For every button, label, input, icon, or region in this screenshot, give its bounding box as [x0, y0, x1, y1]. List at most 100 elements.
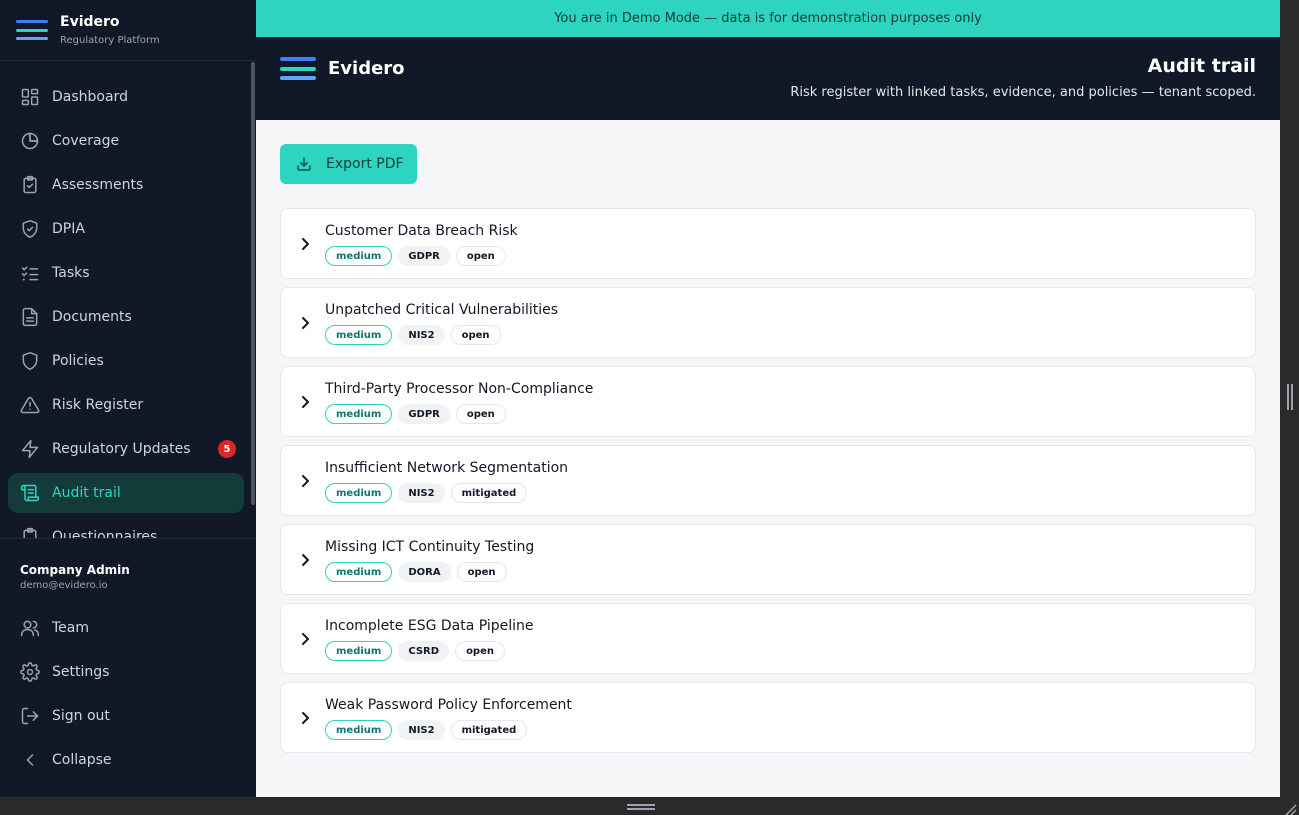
status-badge: mitigated [450, 483, 528, 503]
sidebar-item-collapse[interactable]: Collapse [8, 740, 248, 780]
framework-badge: NIS2 [398, 325, 445, 345]
sidebar-item-team[interactable]: Team [8, 608, 248, 648]
status-badge: open [455, 641, 505, 661]
alert-triangle-icon [20, 395, 40, 415]
risk-row[interactable]: Incomplete ESG Data Pipeline medium CSRD… [280, 603, 1256, 674]
zap-icon [20, 439, 40, 459]
framework-badge: NIS2 [398, 483, 445, 503]
risk-title: Incomplete ESG Data Pipeline [325, 618, 534, 634]
sidebar-item-coverage[interactable]: Coverage [8, 121, 244, 161]
sidebar-item-label: Dashboard [52, 89, 128, 105]
page-title: Audit trail [1147, 55, 1256, 77]
sidebar: Evidero Regulatory Platform Dashboard Co… [0, 0, 256, 797]
sidebar-bottom-nav: Team Settings Sign out Collapse [0, 606, 256, 784]
brand-subtitle: Regulatory Platform [60, 34, 160, 46]
sidebar-item-assessments[interactable]: Assessments [8, 165, 244, 205]
sidebar-item-label: Regulatory Updates [52, 441, 191, 457]
page-header: Evidero Audit trail Risk register with l… [256, 37, 1280, 120]
main-content: You are in Demo Mode — data is for demon… [256, 0, 1280, 797]
severity-badge: medium [325, 483, 393, 503]
users-icon [20, 618, 40, 638]
sidebar-item-label: Collapse [52, 752, 112, 768]
sidebar-item-label: Policies [52, 353, 104, 369]
user-email: demo@evidero.io [20, 580, 108, 591]
logo-icon [280, 57, 316, 80]
risk-title: Unpatched Critical Vulnerabilities [325, 302, 559, 318]
sidebar-item-risk-register[interactable]: Risk Register [8, 385, 244, 425]
sidebar-item-settings[interactable]: Settings [8, 652, 248, 692]
shield-icon [20, 351, 40, 371]
sidebar-item-questionnaires[interactable]: Questionnaires [8, 517, 244, 539]
severity-badge: medium [325, 246, 393, 266]
sidebar-item-tasks[interactable]: Tasks [8, 253, 244, 293]
severity-badge: medium [325, 720, 393, 740]
risk-row[interactable]: Insufficient Network Segmentation medium… [280, 445, 1256, 516]
gear-icon [20, 662, 40, 682]
chevron-right-icon[interactable] [300, 315, 312, 331]
sidebar-item-label: Settings [52, 664, 110, 680]
sidebar-item-documents[interactable]: Documents [8, 297, 244, 337]
risk-row[interactable]: Missing ICT Continuity Testing medium DO… [280, 524, 1256, 595]
severity-badge: medium [325, 325, 393, 345]
risk-row[interactable]: Unpatched Critical Vulnerabilities mediu… [280, 287, 1256, 358]
sidebar-item-label: Risk Register [52, 397, 144, 413]
user-name: Company Admin [20, 563, 130, 577]
sidebar-item-label: Assessments [52, 177, 144, 193]
header-logo-text: Evidero [328, 58, 405, 79]
list-checks-icon [20, 263, 40, 283]
sidebar-item-label: Sign out [52, 708, 110, 724]
brand-name: Evidero [60, 13, 120, 30]
file-text-icon [20, 307, 40, 327]
chevron-right-icon[interactable] [300, 631, 312, 647]
chevron-right-icon[interactable] [300, 710, 312, 726]
vertical-resize-handle[interactable] [1287, 384, 1293, 410]
header-logo: Evidero [280, 57, 405, 80]
download-icon [297, 157, 311, 171]
sidebar-item-sign-out[interactable]: Sign out [8, 696, 248, 736]
sidebar-item-label: Audit trail [52, 485, 121, 501]
severity-badge: medium [325, 562, 393, 582]
severity-badge: medium [325, 404, 393, 424]
sidebar-scrollbar[interactable] [251, 62, 255, 505]
chevron-right-icon[interactable] [300, 473, 312, 489]
horizontal-resize-handle[interactable] [627, 804, 655, 810]
risk-row[interactable]: Weak Password Policy Enforcement medium … [280, 682, 1256, 753]
status-badge: open [456, 562, 507, 582]
status-badge: mitigated [450, 720, 528, 740]
chevron-right-icon[interactable] [300, 552, 312, 568]
sidebar-item-dpia[interactable]: DPIA [8, 209, 244, 249]
export-pdf-button[interactable]: Export PDF [280, 144, 417, 184]
pie-chart-icon [20, 131, 40, 151]
sidebar-item-regulatory-updates[interactable]: Regulatory Updates 5 [8, 429, 244, 469]
framework-badge: GDPR [398, 404, 450, 424]
sidebar-item-label: Tasks [52, 265, 90, 281]
framework-badge: GDPR [398, 246, 450, 266]
logo-icon [16, 20, 48, 40]
framework-badge: NIS2 [398, 720, 445, 740]
chevron-left-icon [20, 750, 40, 770]
sidebar-item-label: Documents [52, 309, 132, 325]
page-subtitle: Risk register with linked tasks, evidenc… [790, 85, 1256, 100]
clipboard-check-icon [20, 175, 40, 195]
shield-check-icon [20, 219, 40, 239]
brand: Evidero Regulatory Platform [0, 0, 256, 61]
risk-row[interactable]: Third-Party Processor Non-Compliance med… [280, 366, 1256, 437]
sidebar-item-dashboard[interactable]: Dashboard [8, 77, 244, 117]
dashboard-icon [20, 87, 40, 107]
framework-badge: DORA [398, 562, 451, 582]
resize-corner-icon[interactable] [1285, 801, 1297, 815]
status-badge: open [455, 404, 506, 424]
status-badge: open [450, 325, 501, 345]
demo-mode-banner: You are in Demo Mode — data is for demon… [256, 0, 1280, 37]
framework-badge: CSRD [398, 641, 450, 661]
sidebar-item-audit-trail[interactable]: Audit trail [8, 473, 244, 513]
notification-badge: 5 [218, 440, 236, 458]
risk-title: Customer Data Breach Risk [325, 223, 518, 239]
scroll-icon [20, 483, 40, 503]
risk-title: Missing ICT Continuity Testing [325, 539, 535, 555]
sidebar-item-policies[interactable]: Policies [8, 341, 244, 381]
chevron-right-icon[interactable] [300, 236, 312, 252]
chevron-right-icon[interactable] [300, 394, 312, 410]
risk-row[interactable]: Customer Data Breach Risk medium GDPR op… [280, 208, 1256, 279]
sidebar-nav: Dashboard Coverage Assessments DPIA Task… [0, 75, 252, 539]
